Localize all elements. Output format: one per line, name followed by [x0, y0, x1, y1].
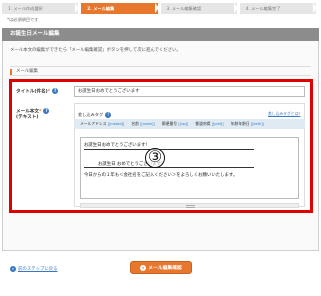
tag-code: [[birth]] [250, 122, 264, 126]
section-label: メール編集 [10, 66, 311, 76]
insert-tag-bar: メールアドレス [[mailad]] 名前 [[name]] 郵便番号 [[zi… [74, 119, 305, 129]
tag-name: 年齢年齢日 [230, 121, 250, 126]
step-2-current: 2. メール編集 [81, 3, 158, 14]
step-3: 3. メール編集確認 [160, 3, 237, 14]
panel-title: お誕生日メール編集 [2, 28, 319, 41]
step-1: 1. メール作成選択 [2, 3, 79, 14]
required-mark: * [38, 109, 42, 115]
step-progress-bar: 1. メール作成選択 2. メール編集 3. メール編集確認 4. メール編集完… [2, 3, 319, 14]
tag-code: [[mailad]] [107, 122, 125, 126]
editor-line-1: お誕生日おめでとうございます！ [84, 143, 150, 148]
tag-code: [[name]] [140, 122, 155, 126]
insert-tag-help-link[interactable]: 差し込みタグとは? [268, 111, 300, 117]
panel-description: メール本文の編集ができたら「メール編集確認」ボタンを押して次に進んでください。 [10, 48, 181, 53]
tag-pref[interactable]: 都道府県 [[pref]] [195, 121, 223, 126]
editor-line-3: 今日からの１年も＜会社名をご記入ください＞をよろしくお願いいたします。 [84, 173, 238, 178]
editor-divider-bottom [84, 167, 254, 168]
body-field-sublabel: (テキスト) [16, 115, 39, 120]
callout-number: ③ [145, 148, 165, 168]
required-mark: * [47, 89, 51, 95]
back-arrow-icon: « [10, 266, 16, 272]
editor-divider-top [84, 149, 254, 150]
step-4: 4. メール編集完了 [239, 3, 316, 14]
help-icon[interactable]: ? [43, 108, 50, 114]
help-icon[interactable]: ? [105, 112, 112, 118]
textarea-resize-handle[interactable] [80, 203, 299, 208]
back-link[interactable]: «前のステップに戻る [10, 266, 58, 272]
confirm-button-label: メール編集確認 [148, 266, 182, 271]
required-note: *は必須項目です [7, 17, 38, 23]
title-input[interactable]: お誕生日おめでとうございます [74, 86, 305, 97]
insert-tag-label: 差し込みタグ? [78, 112, 112, 118]
tag-mail-address[interactable]: メールアドレス [[mailad]] [80, 121, 124, 126]
confirm-edit-button[interactable]: » メール編集確認 [130, 261, 192, 274]
tag-code: [[zip]] [178, 122, 189, 126]
required-note-text: *は必須項目です [7, 17, 39, 22]
tag-birth[interactable]: 年齢年齢日 [[birth]] [231, 121, 264, 126]
forward-arrow-icon: » [140, 264, 147, 271]
title-label-text: タイトル(件名) [16, 89, 48, 95]
tag-name: メールアドレス [80, 121, 107, 126]
tag-zip[interactable]: 郵便番号 [[zip]] [162, 121, 188, 126]
tag-name: 名前 [131, 121, 139, 126]
tag-name: 郵便番号 [161, 121, 178, 126]
tag-code: [[pref]] [211, 122, 224, 126]
title-field-label: タイトル(件名)*? [16, 88, 59, 96]
body-label-text: メール本文 [16, 109, 39, 115]
back-link-text: 前のステップに戻る [18, 267, 58, 272]
tag-name: 都道府県 [195, 121, 211, 126]
insert-tag-label-text: 差し込みタグ [78, 112, 104, 117]
tag-name-field[interactable]: 名前 [[name]] [131, 121, 154, 126]
help-icon[interactable]: ? [52, 88, 59, 94]
